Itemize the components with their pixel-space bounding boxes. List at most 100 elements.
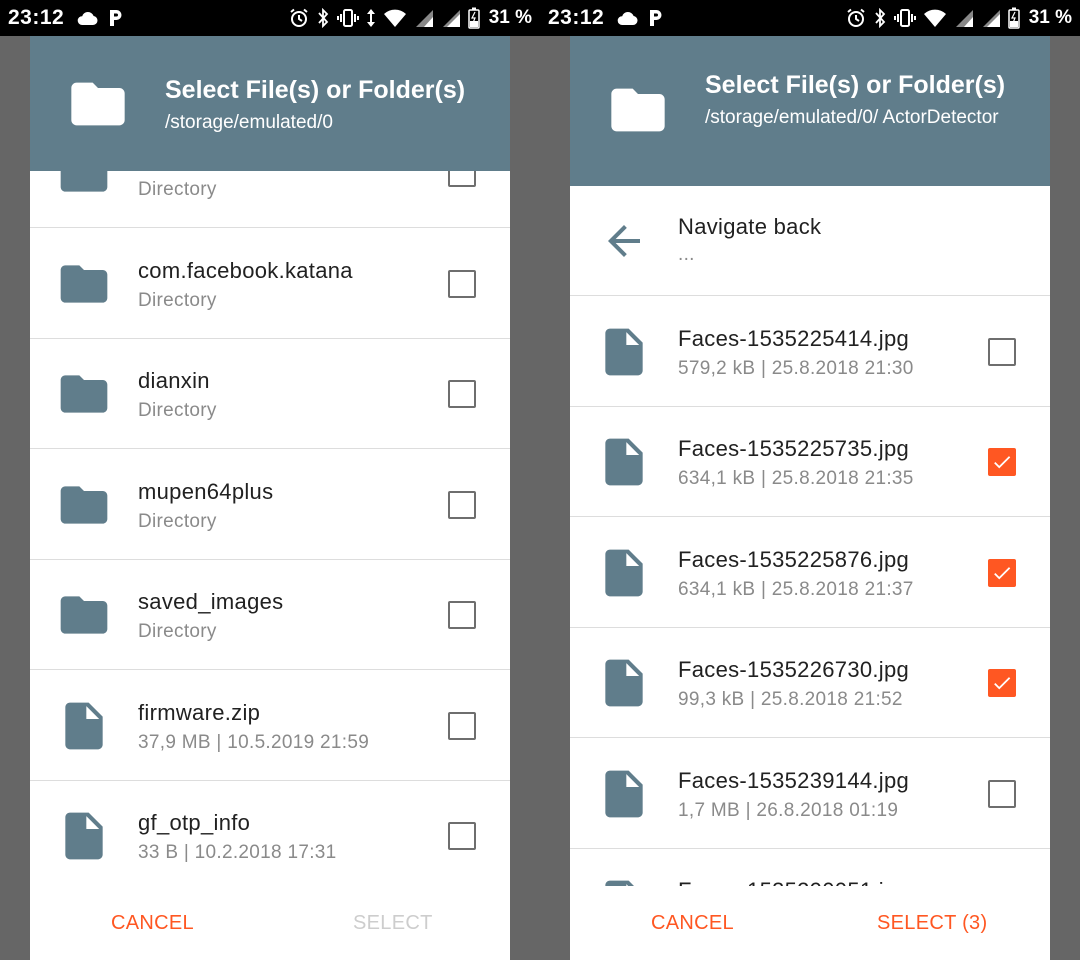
parking-icon (110, 10, 122, 26)
battery-icon (1007, 7, 1020, 29)
file-row[interactable]: Faces-1535225735.jpg 634,1 kB | 25.8.2018… (570, 407, 1050, 517)
select-checkbox[interactable] (448, 380, 476, 408)
folder-icon (56, 475, 112, 535)
file-icon (596, 766, 652, 822)
file-row[interactable]: Faces-1535225414.jpg 579,2 kB | 25.8.2018… (570, 297, 1050, 407)
select-checkbox[interactable] (448, 171, 476, 187)
item-meta: Directory (138, 621, 217, 642)
select-checkbox[interactable] (988, 448, 1016, 476)
dialog-header: Select File(s) or Folder(s) /storage/emu… (30, 36, 510, 171)
battery-icon (467, 7, 480, 29)
status-bar: 23:12 31 % (540, 0, 1080, 36)
select-checkbox[interactable] (448, 490, 476, 519)
item-name: Faces-1535290051.jpg (678, 878, 909, 886)
dialog-header: Select File(s) or Folder(s) /storage/emu… (570, 36, 1050, 186)
current-path: /storage/emulated/0/ ActorDetector (705, 107, 999, 128)
cloud-icon (77, 11, 98, 25)
navigate-back-meta: ... (678, 244, 695, 265)
folder-row[interactable]: Directory (30, 171, 510, 228)
dialog-title: Select File(s) or Folder(s) (705, 71, 1006, 99)
file-row[interactable]: Faces-1535226730.jpg 99,3 kB | 25.8.2018 … (570, 628, 1050, 738)
file-row[interactable]: Faces-1535225876.jpg 634,1 kB | 25.8.2018… (570, 518, 1050, 628)
item-meta: 1,7 MB | 26.8.2018 01:19 (678, 799, 899, 821)
vibrate-icon (893, 9, 916, 27)
signal-x-icon (415, 10, 433, 27)
item-meta: 634,1 kB | 25.8.2018 21:37 (678, 578, 914, 600)
item-name: Faces-1535225414.jpg (678, 325, 910, 351)
select-button[interactable]: SELECT (3) (877, 912, 987, 935)
item-name: Faces-1535225876.jpg (678, 546, 910, 572)
left-screen: 23:12 31 % Select File(s) or Folder(s) /… (0, 0, 540, 960)
file-row[interactable]: firmware.zip 37,9 MB | 10.5.2019 21:59 (30, 671, 510, 781)
file-icon (56, 698, 112, 754)
bluetooth-icon (875, 8, 885, 28)
file-row[interactable]: Faces-1535290051.jpg (570, 849, 1050, 886)
item-name: saved_images (138, 589, 284, 614)
current-path: /storage/emulated/0 (165, 112, 333, 133)
item-name: Faces-1535239144.jpg (678, 767, 910, 793)
item-name: mupen64plus (138, 478, 274, 504)
item-meta: Directory (138, 179, 217, 200)
folder-icon (66, 72, 130, 136)
folder-row[interactable]: com.facebook.katana Directory (30, 229, 510, 339)
alarm-icon (290, 8, 308, 27)
select-checkbox[interactable] (988, 669, 1016, 697)
file-icon (596, 324, 652, 380)
file-picker-dialog: Select File(s) or Folder(s) /storage/emu… (30, 36, 510, 960)
file-icon (56, 808, 112, 864)
file-row[interactable]: gf_otp_info 33 B | 10.2.2018 17:31 (30, 781, 510, 886)
select-button[interactable]: SELECT (353, 912, 433, 935)
item-meta: 579,2 kB | 25.8.2018 21:30 (678, 357, 914, 379)
dialog-title: Select File(s) or Folder(s) (165, 76, 466, 104)
cancel-button[interactable]: CANCEL (651, 912, 734, 935)
item-meta: 99,3 kB | 25.8.2018 21:52 (678, 689, 903, 710)
item-name: dianxin (138, 368, 210, 393)
file-icon (596, 655, 652, 711)
file-row[interactable]: Faces-1535239144.jpg 1,7 MB | 26.8.2018 0… (570, 739, 1050, 849)
cancel-button[interactable]: CANCEL (111, 912, 194, 935)
item-meta: Directory (138, 400, 217, 421)
folder-icon (56, 254, 112, 314)
item-meta: 33 B | 10.2.2018 17:31 (138, 842, 337, 863)
status-time: 23:12 (548, 6, 605, 29)
check-icon (994, 677, 1011, 690)
navigate-back-row[interactable]: Navigate back ... (570, 186, 1050, 296)
file-icon (596, 434, 652, 490)
file-list: Navigate back ... Faces-1535225414.jpg 57… (570, 186, 1050, 886)
item-name: gf_otp_info (138, 810, 251, 835)
file-picker-dialog: Select File(s) or Folder(s) /storage/emu… (570, 36, 1050, 960)
alarm-icon (847, 8, 865, 27)
navigate-back-label: Navigate back (678, 214, 822, 239)
wifi-icon (383, 9, 406, 27)
select-checkbox[interactable] (448, 711, 476, 740)
item-meta: Directory (138, 289, 217, 311)
item-name: Faces-1535226730.jpg (678, 657, 910, 682)
file-list: Directory com.facebook.katana Directory dia… (30, 171, 510, 886)
bluetooth-icon (318, 8, 328, 28)
signal-icon (982, 10, 1000, 27)
select-checkbox[interactable] (448, 822, 476, 850)
file-icon (596, 876, 652, 886)
data-arrows-icon (366, 9, 375, 27)
folder-row[interactable]: saved_images Directory (30, 560, 510, 670)
signal-x-icon (955, 10, 973, 27)
wifi-icon (923, 9, 946, 27)
item-name: firmware.zip (138, 699, 261, 725)
dialog-footer: CANCEL SELECT (3) (570, 886, 1050, 960)
vibrate-icon (336, 9, 359, 27)
folder-icon (56, 364, 112, 424)
folder-row[interactable]: mupen64plus Directory (30, 450, 510, 560)
item-name: Faces-1535225735.jpg (678, 436, 910, 461)
parking-icon (650, 10, 662, 26)
select-checkbox[interactable] (448, 601, 476, 629)
select-checkbox[interactable] (988, 779, 1016, 808)
folder-row[interactable]: dianxin Directory (30, 339, 510, 449)
select-checkbox[interactable] (448, 269, 476, 298)
select-checkbox[interactable] (988, 337, 1016, 366)
cloud-icon (617, 11, 638, 25)
folder-icon (56, 171, 112, 203)
check-icon (994, 566, 1011, 579)
signal-icon (442, 10, 460, 27)
select-checkbox[interactable] (988, 558, 1016, 587)
status-time: 23:12 (8, 6, 65, 29)
